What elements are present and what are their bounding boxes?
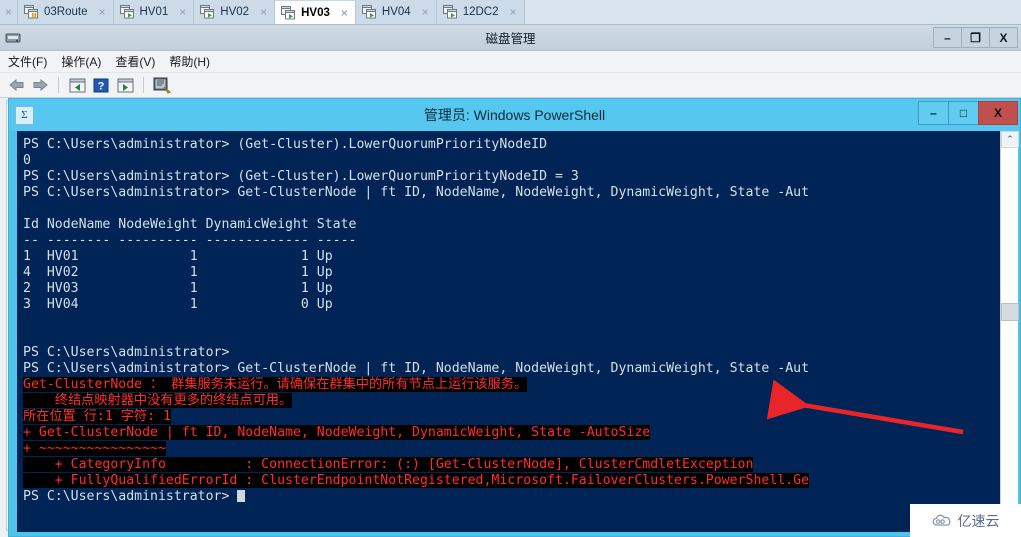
- help-icon[interactable]: ?: [91, 76, 111, 95]
- console-line: PS C:\Users\administrator> Get-ClusterNo…: [23, 361, 810, 376]
- menu-item-file[interactable]: 文件(F): [8, 53, 47, 70]
- powershell-console-text: PS C:\Users\administrator> (Get-Cluster)…: [23, 137, 996, 505]
- close-button[interactable]: X: [989, 27, 1018, 48]
- menu-item-action[interactable]: 操作(A): [61, 53, 101, 70]
- watermark: 亿速云: [910, 504, 1021, 537]
- vm-tab-strip: × 03Route × HV01 × HV02 × HV03 × HV04 × 12DC2 ×: [0, 0, 1021, 25]
- scroll-up-arrow-icon[interactable]: ⌃: [1001, 131, 1019, 148]
- powershell-window: Σ 管理员: Windows PowerShell – □ X PS C:\Us…: [8, 98, 1021, 537]
- vm-tab-hv04[interactable]: HV04 ×: [355, 0, 437, 24]
- vm-tab-close-icon[interactable]: ×: [341, 7, 348, 19]
- console-line: 1 HV01 1 1 Up: [23, 249, 333, 264]
- menu-item-help[interactable]: 帮助(H): [169, 53, 210, 70]
- vm-tab-label: HV01: [139, 6, 169, 18]
- vm-tab-label: 03Route: [44, 6, 88, 18]
- vm-tab-hv03[interactable]: HV03 ×: [275, 0, 356, 24]
- vm-tab-12dc2[interactable]: 12DC2 ×: [436, 0, 525, 24]
- vm-tab-hv01[interactable]: HV01 ×: [113, 0, 195, 24]
- vm-tab-label: 12DC2: [462, 6, 499, 18]
- console-prompt-text: PS C:\Users\administrator>: [23, 489, 238, 504]
- console-error-line: 所在位置 行:1 字符: 1: [23, 409, 996, 425]
- hide-pane-icon[interactable]: [115, 76, 135, 95]
- show-pane-icon[interactable]: [67, 76, 87, 95]
- console-line: 2 HV03 1 1 Up: [23, 281, 333, 296]
- console-error-text: + Get-ClusterNode | ft ID, NodeName, Nod…: [23, 425, 651, 440]
- powershell-title: 管理员: Windows PowerShell: [423, 107, 606, 123]
- powershell-console[interactable]: PS C:\Users\administrator> (Get-Cluster)…: [17, 131, 1018, 532]
- powershell-maximize-button[interactable]: □: [948, 101, 979, 125]
- toolbar-separator-2: [143, 77, 144, 93]
- vm-tab-label: HV04: [381, 6, 411, 18]
- console-line: PS C:\Users\administrator>: [23, 345, 230, 360]
- console-error-line: + ~~~~~~~~~~~~~~~~: [23, 441, 996, 457]
- vm-tab-close-icon[interactable]: ×: [179, 6, 186, 18]
- console-error-line: 终结点映射器中没有更多的终结点可用。: [23, 393, 996, 409]
- watermark-text: 亿速云: [957, 512, 1000, 529]
- svg-text:?: ?: [98, 80, 105, 92]
- console-error-text: + FullyQualifiedErrorId : ClusterEndpoin…: [23, 473, 810, 488]
- toolbar-separator: [58, 77, 59, 93]
- vm-tab-close-icon[interactable]: ×: [98, 6, 105, 18]
- disk-management-toolbar: ?: [0, 73, 1021, 98]
- cloud-logo-icon: [932, 514, 950, 526]
- vm-tab-hv02[interactable]: HV02 ×: [194, 0, 276, 24]
- console-line: -- -------- ---------- ------------- ---…: [23, 233, 357, 248]
- restore-button[interactable]: ❐: [961, 27, 990, 48]
- vm-tab-close-icon[interactable]: ×: [510, 6, 517, 18]
- console-error-text: Get-ClusterNode ： 群集服务未运行。请确保在群集中的所有节点上运…: [23, 377, 528, 392]
- vm-tab-03route[interactable]: 03Route ×: [18, 0, 114, 24]
- back-arrow-icon[interactable]: [6, 76, 26, 95]
- vm-tab-close-icon[interactable]: ×: [260, 6, 267, 18]
- powershell-titlebar: Σ 管理员: Windows PowerShell – □ X: [9, 99, 1020, 131]
- disk-management-window-controls: – ❐ X: [933, 27, 1018, 48]
- menu-item-view[interactable]: 查看(V): [115, 53, 155, 70]
- vm-tab-label: HV03: [301, 6, 330, 19]
- console-caret: [237, 490, 246, 502]
- console-line: PS C:\Users\administrator> (Get-Cluster)…: [23, 137, 548, 152]
- console-error-text: + ~~~~~~~~~~~~~~~~: [23, 441, 166, 456]
- powershell-close-button[interactable]: X: [978, 101, 1018, 125]
- disk-management-menubar: 文件(F) 操作(A) 查看(V) 帮助(H): [0, 51, 1021, 73]
- console-line: 3 HV04 1 0 Up: [23, 297, 333, 312]
- vm-running-icon: [200, 5, 215, 19]
- console-error-line: + FullyQualifiedErrorId : ClusterEndpoin…: [23, 473, 996, 489]
- vm-running-icon: [442, 5, 458, 19]
- scrollbar-thumb[interactable]: [1001, 303, 1019, 321]
- vm-running-icon: [281, 5, 296, 20]
- vm-tab-close-icon[interactable]: ×: [422, 6, 429, 18]
- forward-arrow-icon[interactable]: [30, 76, 50, 95]
- disk-management-title: 磁盘管理: [485, 32, 536, 46]
- vm-running-icon: [361, 5, 377, 19]
- rescan-disks-icon[interactable]: [152, 76, 172, 95]
- console-error-text: + CategoryInfo : ConnectionError: (:) [G…: [23, 457, 754, 472]
- console-line: 0: [23, 153, 31, 168]
- console-line: 4 HV02 1 1 Up: [23, 265, 333, 280]
- powershell-window-controls: – □ X: [918, 101, 1018, 125]
- console-line: PS C:\Users\administrator> (Get-Cluster)…: [23, 169, 579, 184]
- console-error-text: 所在位置 行:1 字符: 1: [23, 409, 171, 424]
- console-line: PS C:\Users\administrator> Get-ClusterNo…: [23, 185, 810, 200]
- console-line: PS C:\Users\administrator>: [23, 489, 996, 505]
- vm-tab-label: HV02: [220, 6, 250, 18]
- console-error-line: + CategoryInfo : ConnectionError: (:) [G…: [23, 457, 996, 473]
- console-error-line: Get-ClusterNode ： 群集服务未运行。请确保在群集中的所有节点上运…: [23, 377, 996, 393]
- screen-root: × 03Route × HV01 × HV02 × HV03 × HV04 × 12DC2 × 磁盘管…: [0, 0, 1021, 537]
- console-error-text: 终结点映射器中没有更多的终结点可用。: [23, 393, 293, 408]
- minimize-button[interactable]: –: [933, 27, 962, 48]
- vm-paused-icon: [24, 5, 39, 19]
- tab-overflow-close-icon[interactable]: ×: [0, 0, 18, 24]
- powershell-minimize-button[interactable]: –: [918, 101, 949, 125]
- console-line: Id NodeName NodeWeight DynamicWeight Sta…: [23, 217, 357, 232]
- vm-running-icon: [119, 5, 135, 19]
- disk-management-titlebar: 磁盘管理 – ❐ X: [0, 25, 1021, 51]
- console-error-line: + Get-ClusterNode | ft ID, NodeName, Nod…: [23, 425, 996, 441]
- powershell-scrollbar[interactable]: ⌃: [1000, 131, 1019, 532]
